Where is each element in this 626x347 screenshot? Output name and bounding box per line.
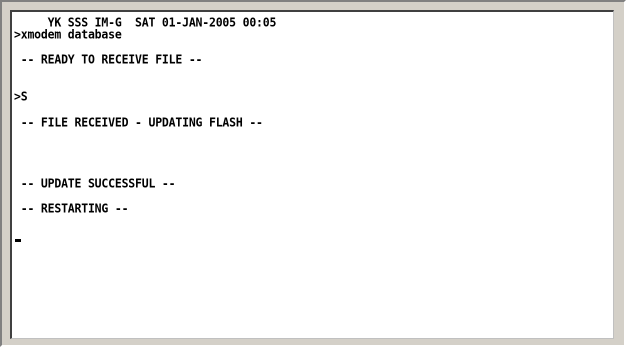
terminal-command-line: >xmodem database — [14, 26, 122, 42]
terminal-prompt-line: >S — [14, 88, 28, 104]
terminal-status-successful: -- UPDATE SUCCESSFUL -- — [14, 175, 176, 191]
terminal-status-restarting: -- RESTARTING -- — [14, 200, 129, 216]
terminal-screen[interactable]: YK SSS IM-G SAT 01-JAN-2005 00:05 >xmode… — [10, 10, 614, 339]
terminal-cursor — [15, 239, 21, 242]
terminal-status-received: -- FILE RECEIVED - UPDATING FLASH -- — [14, 114, 263, 130]
terminal-status-ready: -- READY TO RECEIVE FILE -- — [14, 51, 203, 67]
terminal-window-frame: YK SSS IM-G SAT 01-JAN-2005 00:05 >xmode… — [0, 0, 626, 347]
